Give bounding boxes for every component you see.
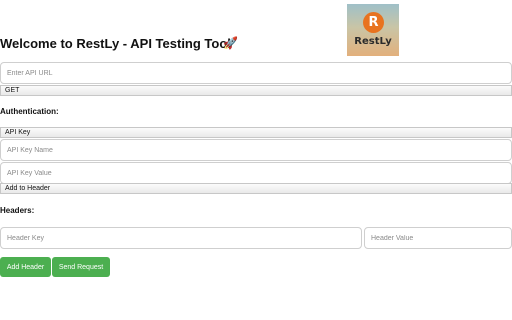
send-request-button[interactable]: Send Request <box>52 257 110 277</box>
api-key-name-input[interactable] <box>0 139 512 161</box>
api-key-value-input[interactable] <box>0 162 512 184</box>
api-url-input[interactable] <box>0 62 512 84</box>
header-key-input[interactable] <box>0 227 362 249</box>
restly-app: R RestLy Welcome to RestLy - API Testing… <box>0 0 512 320</box>
auth-type-value: API Key <box>5 129 31 136</box>
authentication-label: Authentication: <box>0 107 59 116</box>
auth-type-select[interactable]: API Key <box>0 127 512 138</box>
page-title: Welcome to RestLy - API Testing Tool <box>0 36 231 51</box>
logo-letter: R <box>363 12 384 33</box>
restly-logo: R RestLy <box>347 4 399 56</box>
headers-label: Headers: <box>0 206 35 215</box>
http-method-value: GET <box>5 87 20 94</box>
rocket-icon: 🚀 <box>223 36 238 50</box>
header-value-input[interactable] <box>364 227 512 249</box>
http-method-select[interactable]: GET <box>0 85 512 96</box>
add-header-button[interactable]: Add Header <box>0 257 51 277</box>
api-key-location-value: Add to Header <box>5 185 51 192</box>
logo-text: RestLy <box>354 36 392 47</box>
api-key-location-select[interactable]: Add to Header <box>0 183 512 194</box>
